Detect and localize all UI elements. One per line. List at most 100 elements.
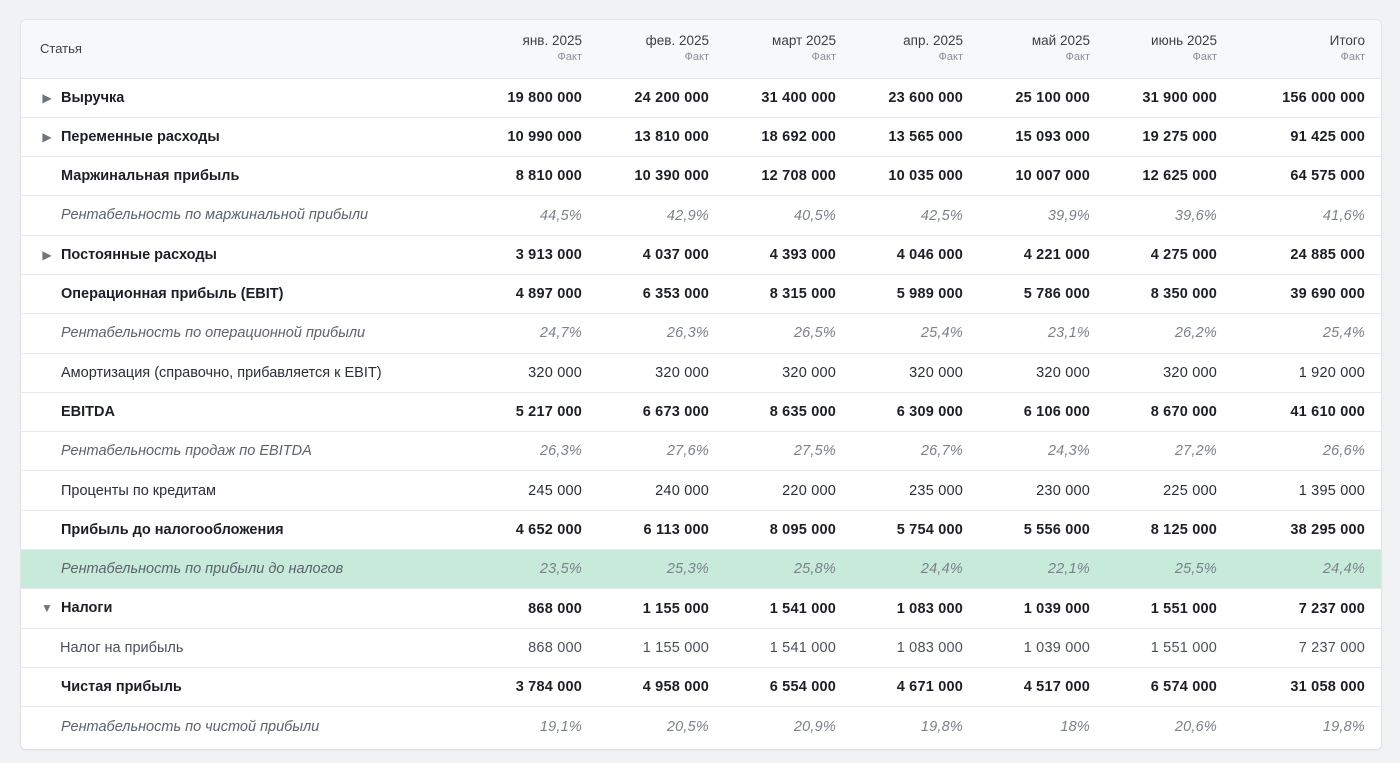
total-cell: 24 885 000 (1233, 235, 1381, 275)
total-cell: 64 575 000 (1233, 156, 1381, 197)
total-cell: 26,6% (1233, 431, 1381, 472)
value-cell: 4 046 000 (852, 235, 979, 275)
column-header-label: апр. 2025 (903, 33, 963, 49)
column-header-name[interactable]: Статья (21, 20, 471, 79)
value-cell: 18% (1060, 718, 1090, 735)
table-row[interactable]: ▶ Выручка 19 800 000 24 200 000 31 400 000 23… (21, 78, 1381, 118)
total-cell: 19,8% (1322, 718, 1365, 735)
value-cell: 25,5% (1106, 549, 1233, 590)
value-cell: 5 754 000 (852, 510, 979, 551)
value-cell: 8 125 000 (1106, 510, 1233, 551)
row-label: Постоянные расходы (61, 246, 217, 263)
value-cell: 5 989 000 (852, 274, 979, 315)
table-row: Рентабельность по чистой прибыли 19,1% 20,… (21, 707, 1381, 746)
table-row: Чистая прибыль 3 784 000 4 958 000 6 554 00… (21, 667, 1381, 708)
row-label: EBITDA (61, 404, 115, 421)
column-header-month[interactable]: фев. 2025 Факт (598, 20, 725, 79)
column-header-month[interactable]: янв. 2025 Факт (471, 20, 598, 79)
table-row: Рентабельность по маржинальной прибыли 44… (21, 195, 1381, 236)
row-label: Рентабельность по прибыли до налогов (61, 561, 344, 578)
column-header-subtitle: Факт (1340, 51, 1365, 64)
value-cell: 4 275 000 (1106, 235, 1233, 275)
triangle-right-icon[interactable]: ▶ (40, 91, 54, 105)
value-cell: 6 309 000 (852, 392, 979, 433)
value-cell: 6 353 000 (598, 274, 725, 315)
table-row[interactable]: ▶ Переменные расходы 10 990 000 13 810 000 1… (21, 117, 1381, 158)
column-header-total[interactable]: Итого Факт (1233, 20, 1381, 79)
row-label: Проценты по кредитам (61, 482, 217, 499)
value-cell: 8 095 000 (725, 510, 852, 551)
triangle-right-icon[interactable]: ▶ (40, 130, 54, 144)
value-cell: 6 673 000 (598, 392, 725, 433)
triangle-right-icon[interactable]: ▶ (40, 248, 54, 262)
value-cell: 25,8% (725, 549, 852, 590)
row-label: Рентабельность по чистой прибыли (61, 718, 320, 735)
value-cell: 19 275 000 (1106, 117, 1233, 158)
table-row: Рентабельность по прибыли до налогов 23,5… (21, 549, 1381, 590)
value-cell: 6 554 000 (725, 667, 852, 708)
column-header-month[interactable]: март 2025 Факт (725, 20, 852, 79)
row-label-cell: Амортизация (справочно, прибавляется к E… (21, 353, 471, 393)
row-label-cell: Чистая прибыль (21, 667, 471, 708)
value-cell: 20,6% (1174, 718, 1217, 735)
row-label-cell: EBITDA (21, 392, 471, 433)
value-cell: 10 035 000 (852, 156, 979, 197)
total-cell: 41 610 000 (1233, 392, 1381, 433)
table-row[interactable]: ▼ Налоги 868 000 1 155 000 1 541 000 1 083 00… (21, 588, 1381, 629)
row-label-cell: Операционная прибыль (EBIT) (21, 274, 471, 315)
value-cell: 8 635 000 (725, 392, 852, 433)
row-label-cell: Рентабельность по прибыли до налогов (21, 549, 471, 590)
value-cell: 26,7% (852, 431, 979, 472)
column-header-label: июнь 2025 (1151, 33, 1217, 49)
value-cell: 13 565 000 (852, 117, 979, 158)
triangle-down-icon[interactable]: ▼ (40, 601, 54, 615)
value-cell: 6 113 000 (598, 510, 725, 551)
value-cell: 320 000 (979, 353, 1106, 393)
value-cell: 230 000 (979, 470, 1106, 511)
value-cell: 3 784 000 (471, 667, 598, 708)
column-header-label: фев. 2025 (645, 33, 709, 49)
value-cell: 1 541 000 (725, 628, 852, 668)
total-cell: 7 237 000 (1233, 628, 1381, 668)
column-header-subtitle: Факт (1192, 51, 1217, 64)
value-cell: 31 400 000 (725, 78, 852, 118)
column-header-month[interactable]: апр. 2025 Факт (852, 20, 979, 79)
row-label-cell: ▶ Постоянные расходы (21, 235, 471, 275)
value-cell: 1 083 000 (852, 628, 979, 668)
row-label-cell: Налог на прибыль (21, 628, 471, 668)
value-cell: 4 958 000 (598, 667, 725, 708)
table-row[interactable]: ▶ Постоянные расходы 3 913 000 4 037 000 4 3… (21, 235, 1381, 275)
row-label: Амортизация (справочно, прибавляется к E… (61, 364, 382, 381)
total-cell: 7 237 000 (1233, 588, 1381, 629)
column-header-label: Итого (1329, 33, 1365, 49)
value-cell: 10 990 000 (471, 117, 598, 158)
value-cell: 26,3% (598, 313, 725, 354)
table-row: Прибыль до налогообложения 4 652 000 6 113… (21, 510, 1381, 551)
total-cell: 41,6% (1233, 195, 1381, 236)
column-header-subtitle: Факт (557, 51, 582, 64)
table-row: Операционная прибыль (EBIT) 4 897 000 6 35… (21, 274, 1381, 315)
value-cell: 23,5% (471, 549, 598, 590)
row-label: Рентабельность по маржинальной прибыли (61, 207, 369, 224)
value-cell: 25,4% (852, 313, 979, 354)
row-label: Прибыль до налогообложения (61, 522, 284, 538)
total-cell: 91 425 000 (1233, 117, 1381, 158)
table-row: Маржинальная прибыль 8 810 000 10 390 000 1… (21, 156, 1381, 197)
value-cell: 4 517 000 (979, 667, 1106, 708)
value-cell: 3 913 000 (471, 235, 598, 275)
total-cell: 1 395 000 (1233, 470, 1381, 511)
table-body: ▶ Выручка 19 800 000 24 200 000 31 400 000 23… (21, 78, 1381, 746)
value-cell: 39,9% (979, 195, 1106, 236)
value-cell: 26,2% (1106, 313, 1233, 354)
table-row: EBITDA 5 217 000 6 673 000 8 635 000 6 309 0… (21, 392, 1381, 433)
column-header-month[interactable]: июнь 2025 Факт (1106, 20, 1233, 79)
value-cell: 27,5% (725, 431, 852, 472)
total-cell: 1 920 000 (1233, 353, 1381, 393)
value-cell: 1 551 000 (1106, 628, 1233, 668)
total-cell: 39 690 000 (1233, 274, 1381, 315)
value-cell: 12 625 000 (1106, 156, 1233, 197)
column-header-month[interactable]: май 2025 Факт (979, 20, 1106, 79)
value-cell: 19,8% (920, 718, 963, 735)
column-header-subtitle: Факт (811, 51, 836, 64)
value-cell: 10 390 000 (598, 156, 725, 197)
